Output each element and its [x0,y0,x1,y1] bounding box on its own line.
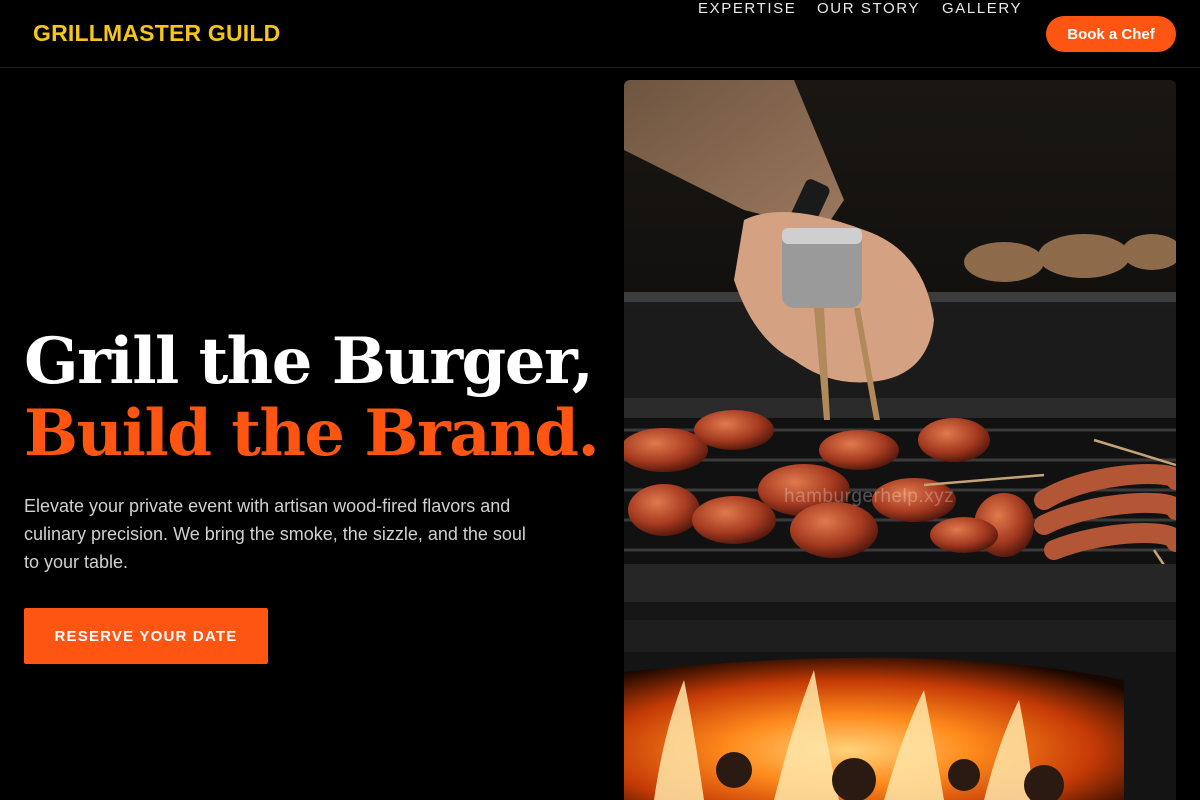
grill-illustration [624,80,1176,800]
headline-line-2: Build the Brand. [24,396,600,471]
site-logo[interactable]: GRILLMASTER GUILD [33,20,280,47]
nav-link-our-story[interactable]: OUR STORY [817,0,920,17]
image-watermark: hamburgerhelp.xyz [784,486,955,507]
book-chef-button[interactable]: Book a Chef [1046,16,1176,52]
site-header: GRILLMASTER GUILD EXPERTISE OUR STORY GA… [0,0,1200,68]
hero-grill-photo: hamburgerhelp.xyz [624,80,1176,800]
nav-link-gallery[interactable]: GALLERY [942,0,1022,17]
reserve-date-button[interactable]: RESERVE YOUR DATE [24,608,268,664]
hero-description: Elevate your private event with artisan … [24,496,526,572]
nav-link-expertise[interactable]: EXPERTISE [698,0,796,17]
headline-line-1: Grill the Burger, [24,324,594,399]
hero-headline: Grill the Burger, Build the Brand. [24,324,600,471]
